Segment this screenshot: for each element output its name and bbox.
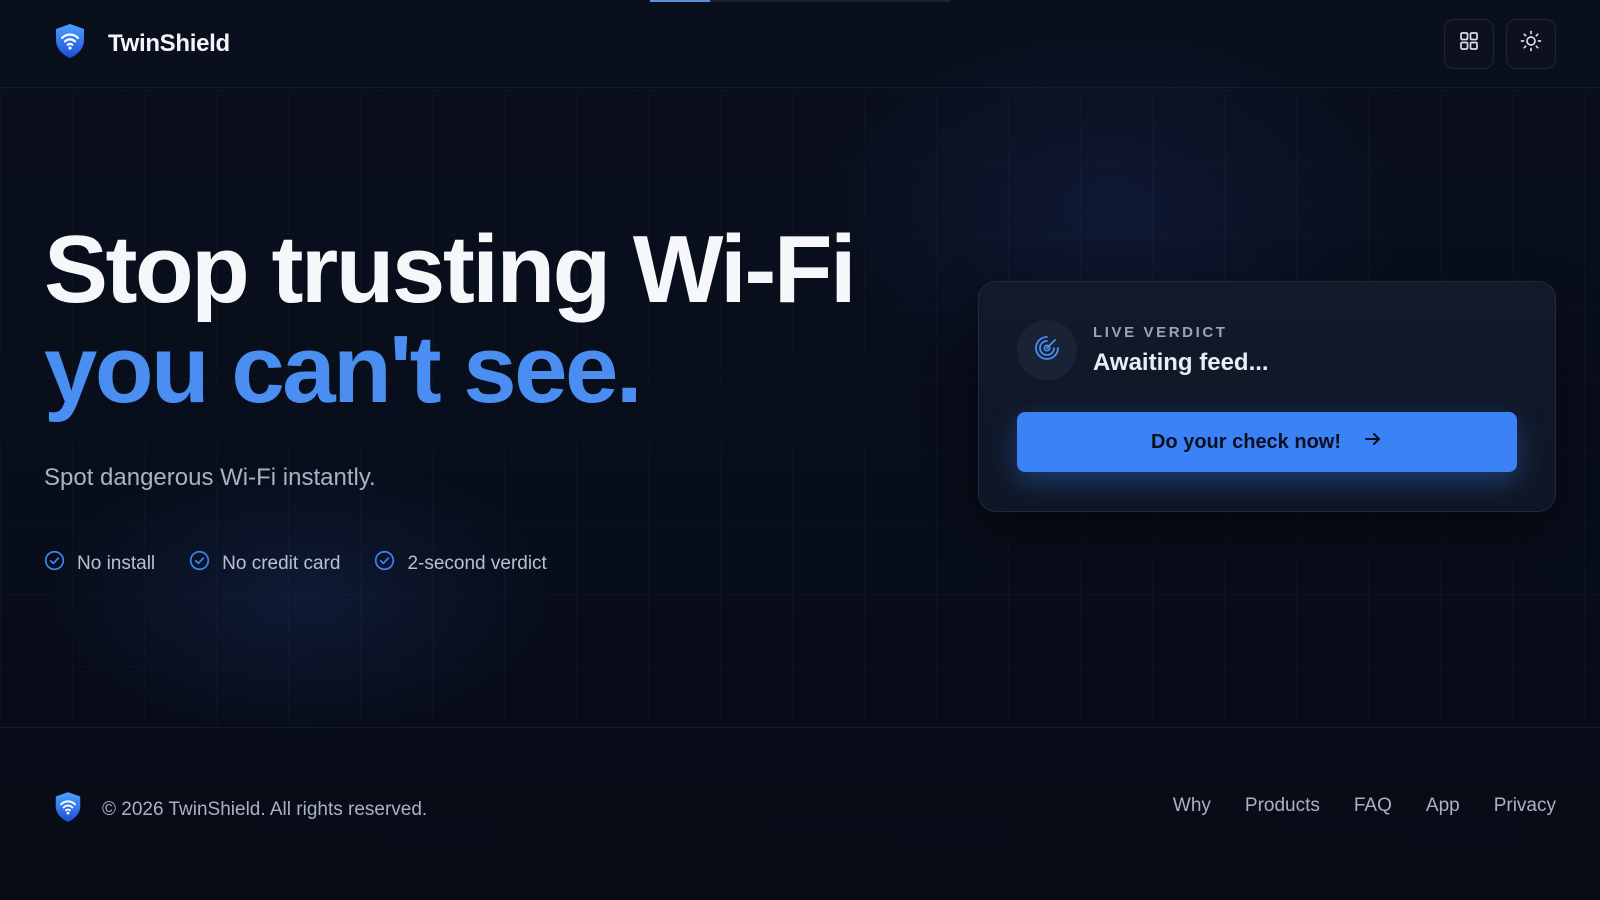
shield-wifi-icon xyxy=(54,791,82,828)
hero-subtitle: Spot dangerous Wi-Fi instantly. xyxy=(44,464,376,491)
verdict-header: LIVE VERDICT Awaiting feed... xyxy=(1017,320,1517,380)
footer-link-why[interactable]: Why xyxy=(1173,795,1211,817)
feature-item: No credit card xyxy=(189,550,340,577)
feature-list: No install No credit card 2-second verdi… xyxy=(44,550,904,577)
hero-headline: Stop trusting Wi-Fi you can't see. xyxy=(44,220,904,420)
feature-item: 2-second verdict xyxy=(374,550,547,577)
headline-line-2-highlight: you can't see. xyxy=(44,316,643,423)
check-circle-icon xyxy=(44,550,65,577)
theme-toggle-button[interactable] xyxy=(1506,18,1556,69)
verdict-text: LIVE VERDICT Awaiting feed... xyxy=(1093,324,1269,377)
footer-nav: Why Products FAQ App Privacy xyxy=(1173,795,1556,817)
brand[interactable]: TwinShield xyxy=(54,23,230,64)
feature-item: No install xyxy=(44,550,155,577)
verdict-status: Awaiting feed... xyxy=(1093,348,1269,376)
footer-link-products[interactable]: Products xyxy=(1245,795,1320,817)
footer-link-app[interactable]: App xyxy=(1426,795,1460,817)
check-circle-icon xyxy=(189,550,210,577)
check-circle-icon xyxy=(374,550,395,577)
feature-label: No install xyxy=(77,552,156,574)
copyright-text: © 2026 TwinShield. All rights reserved. xyxy=(102,798,428,820)
verdict-label: LIVE VERDICT xyxy=(1093,323,1228,341)
live-verdict-card: LIVE VERDICT Awaiting feed... Do your ch… xyxy=(978,281,1556,512)
header-actions xyxy=(1444,18,1556,69)
footer-link-faq[interactable]: FAQ xyxy=(1354,795,1392,817)
do-check-now-button[interactable]: Do your check now! xyxy=(1017,412,1517,472)
apps-grid-button[interactable] xyxy=(1444,18,1494,69)
footer-brand: © 2026 TwinShield. All rights reserved. xyxy=(54,791,427,828)
footer-link-privacy[interactable]: Privacy xyxy=(1494,795,1556,817)
shield-wifi-icon xyxy=(54,23,86,64)
check-button-label: Do your check now! xyxy=(1150,430,1342,453)
radar-icon-badge xyxy=(1017,320,1077,380)
headline-line-1: Stop trusting Wi-Fi xyxy=(44,216,857,323)
sun-icon xyxy=(1520,30,1542,57)
brand-name: TwinShield xyxy=(108,29,230,57)
radar-icon xyxy=(1033,334,1061,367)
hero-section: Stop trusting Wi-Fi you can't see. Spot … xyxy=(44,220,904,577)
grid-icon xyxy=(1459,31,1479,56)
feature-label: No credit card xyxy=(222,552,341,574)
arrow-right-icon xyxy=(1363,429,1383,455)
page-footer: © 2026 TwinShield. All rights reserved. … xyxy=(0,727,1600,900)
feature-label: 2-second verdict xyxy=(407,552,547,574)
top-header: TwinShield xyxy=(0,0,1600,88)
